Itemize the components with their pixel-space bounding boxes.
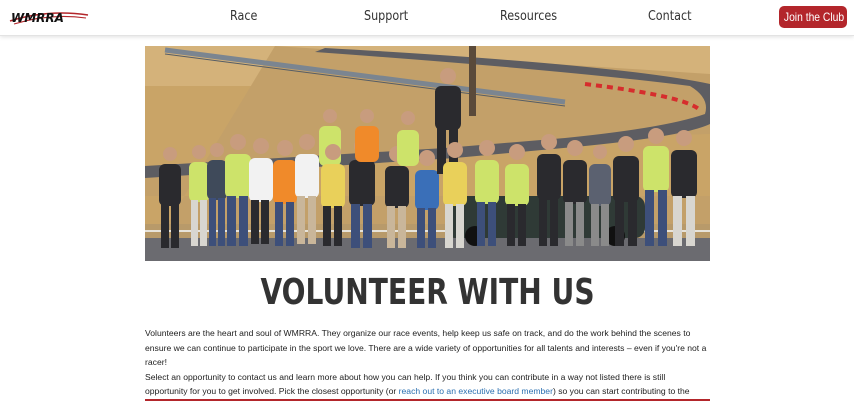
join-the-club-button[interactable]: Join the Club — [779, 6, 847, 28]
section-divider — [145, 399, 710, 401]
nav-race[interactable]: Race — [230, 9, 257, 24]
executive-board-link[interactable]: reach out to an executive board member — [399, 386, 553, 396]
intro-paragraph-1: Volunteers are the heart and soul of WMR… — [145, 328, 707, 367]
site-header: WMRRA Race Support Resources Contact Joi… — [0, 0, 854, 36]
volunteer-group-photo — [145, 46, 710, 261]
logo-text: WMRRA — [11, 11, 64, 25]
intro-text: Volunteers are the heart and soul of WMR… — [145, 326, 710, 403]
nav-resources[interactable]: Resources — [500, 9, 557, 24]
join-button-label: Join the Club — [783, 10, 845, 24]
page-title: VOLUNTEER WITH US — [260, 272, 595, 313]
intro-paragraph-2: Select an opportunity to contact us and … — [145, 370, 710, 403]
wmrra-logo[interactable]: WMRRA — [8, 7, 90, 27]
nav-support[interactable]: Support — [364, 9, 408, 24]
nav-contact[interactable]: Contact — [648, 9, 691, 24]
